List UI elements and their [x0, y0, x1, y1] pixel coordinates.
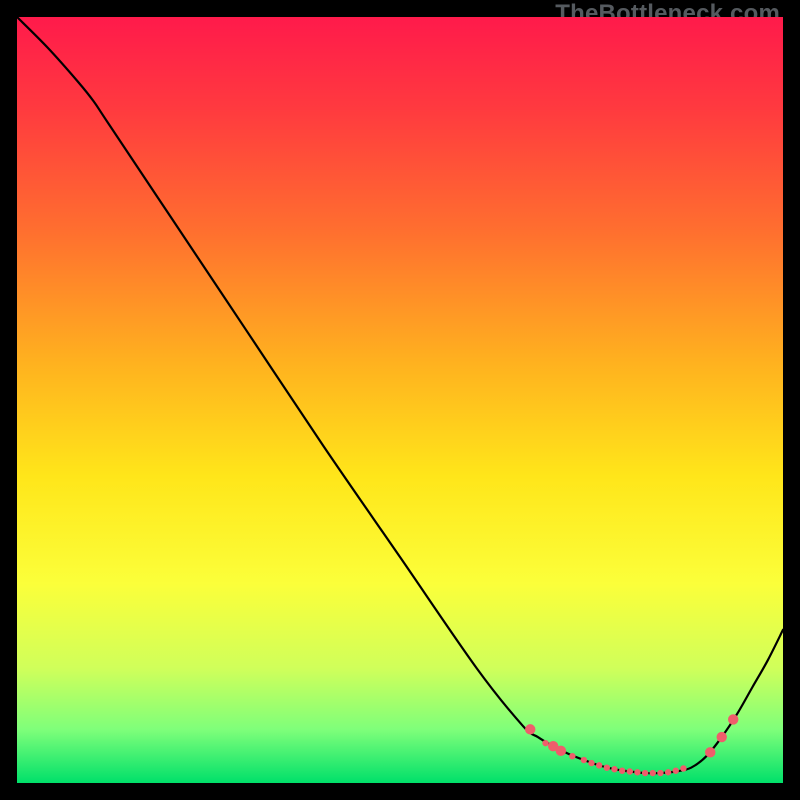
marker-point	[596, 762, 602, 768]
marker-point	[728, 714, 738, 724]
marker-point	[657, 770, 663, 776]
marker-point	[717, 732, 727, 742]
marker-point	[650, 770, 656, 776]
marker-point	[611, 766, 617, 772]
marker-point	[642, 770, 648, 776]
plot-area	[17, 17, 783, 783]
gradient-background	[17, 17, 783, 783]
marker-point	[525, 724, 535, 734]
marker-point	[673, 768, 679, 774]
chart-svg	[17, 17, 783, 783]
marker-point	[569, 753, 575, 759]
marker-point	[588, 760, 594, 766]
marker-point	[619, 768, 625, 774]
marker-point	[680, 765, 686, 771]
marker-point	[665, 769, 671, 775]
marker-point	[604, 764, 610, 770]
marker-point	[705, 747, 715, 757]
marker-point	[627, 768, 633, 774]
marker-point	[634, 769, 640, 775]
marker-point	[556, 746, 566, 756]
marker-point	[581, 757, 587, 763]
chart-frame: TheBottleneck.com	[0, 0, 800, 800]
marker-point	[542, 740, 548, 746]
